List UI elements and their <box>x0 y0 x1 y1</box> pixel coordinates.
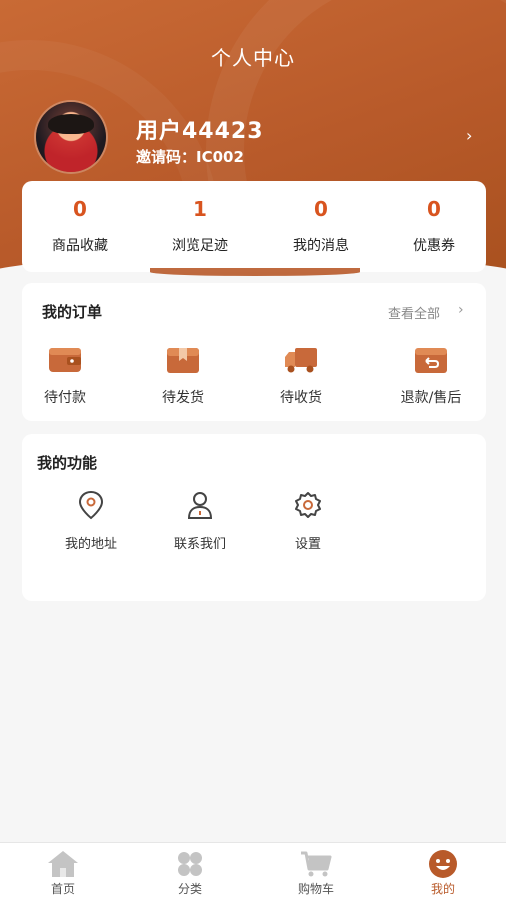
avatar[interactable] <box>36 102 106 172</box>
stat-value: 0 <box>314 197 328 221</box>
tab-home[interactable]: 首页 <box>0 843 126 900</box>
smile-face-icon <box>429 850 457 878</box>
stats-card: 0 商品收藏 1 浏览足迹 0 我的消息 0 优惠券 <box>22 181 486 272</box>
stat-value: 0 <box>73 197 87 221</box>
order-pending-payment[interactable]: 待付款 <box>20 345 110 407</box>
contact-person-icon <box>187 492 213 519</box>
order-pending-receipt[interactable]: 待收货 <box>256 345 346 407</box>
avatar-glow <box>36 102 106 172</box>
order-item-label: 待收货 <box>280 390 322 406</box>
functions-title: 我的功能 <box>37 454 98 472</box>
function-label: 联系我们 <box>173 537 226 552</box>
stat-label: 浏览足迹 <box>172 238 228 254</box>
tab-label: 购物车 <box>297 882 334 896</box>
functions-card: 我的功能 我的地址 联系我们 设置 <box>22 434 486 601</box>
tab-label: 我的 <box>430 882 455 896</box>
package-icon <box>167 348 199 373</box>
order-item-label: 退款/售后 <box>400 390 462 406</box>
order-item-label: 待付款 <box>44 390 86 406</box>
function-contact[interactable]: 联系我们 <box>155 490 245 554</box>
chevron-right-icon[interactable]: › <box>458 302 464 318</box>
refund-box-icon <box>415 348 447 373</box>
tab-mine[interactable]: 我的 <box>380 843 506 900</box>
tab-cart[interactable]: 购物车 <box>253 843 379 900</box>
bottom-tab-bar: 首页 分类 购物车 我的 <box>0 842 506 900</box>
stat-label: 商品收藏 <box>52 238 108 254</box>
tab-category[interactable]: 分类 <box>127 843 253 900</box>
order-refund-aftersale[interactable]: 退款/售后 <box>386 345 476 407</box>
invite-code: 邀请码：IC002 <box>136 148 244 166</box>
stat-history[interactable]: 1 浏览足迹 <box>142 181 258 272</box>
orders-title: 我的订单 <box>42 303 103 321</box>
function-label: 我的地址 <box>64 537 117 552</box>
view-all-orders-link[interactable]: 查看全部 <box>388 303 440 322</box>
category-icon <box>178 852 202 876</box>
location-pin-icon <box>78 490 104 520</box>
stat-favorites[interactable]: 0 商品收藏 <box>22 181 138 272</box>
order-pending-shipment[interactable]: 待发货 <box>138 345 228 407</box>
page-title: 个人中心 <box>211 46 295 70</box>
stat-label: 我的消息 <box>293 238 349 254</box>
function-label: 设置 <box>294 537 321 552</box>
stats-card-arc <box>150 268 360 276</box>
profile-chevron-right-icon[interactable]: › <box>466 126 472 145</box>
home-icon <box>48 851 78 877</box>
truck-icon <box>285 348 317 373</box>
avatar-hat <box>48 114 94 134</box>
tab-label: 首页 <box>50 882 75 896</box>
function-settings[interactable]: 设置 <box>263 490 353 554</box>
stat-coupons[interactable]: 0 优惠券 <box>376 181 492 272</box>
order-item-label: 待发货 <box>162 390 204 406</box>
settings-gear-icon <box>295 492 321 518</box>
tab-label: 分类 <box>177 882 202 896</box>
wallet-icon <box>49 348 81 372</box>
stat-value: 0 <box>427 197 441 221</box>
stat-value: 1 <box>193 197 207 221</box>
cart-icon <box>301 851 332 877</box>
orders-card: 我的订单 查看全部 › 待付款 待发货 待收货 退款/售后 <box>22 283 486 421</box>
function-address[interactable]: 我的地址 <box>46 490 136 554</box>
username: 用户44423 <box>136 119 264 144</box>
stat-messages[interactable]: 0 我的消息 <box>263 181 379 272</box>
stat-label: 优惠券 <box>413 238 455 254</box>
